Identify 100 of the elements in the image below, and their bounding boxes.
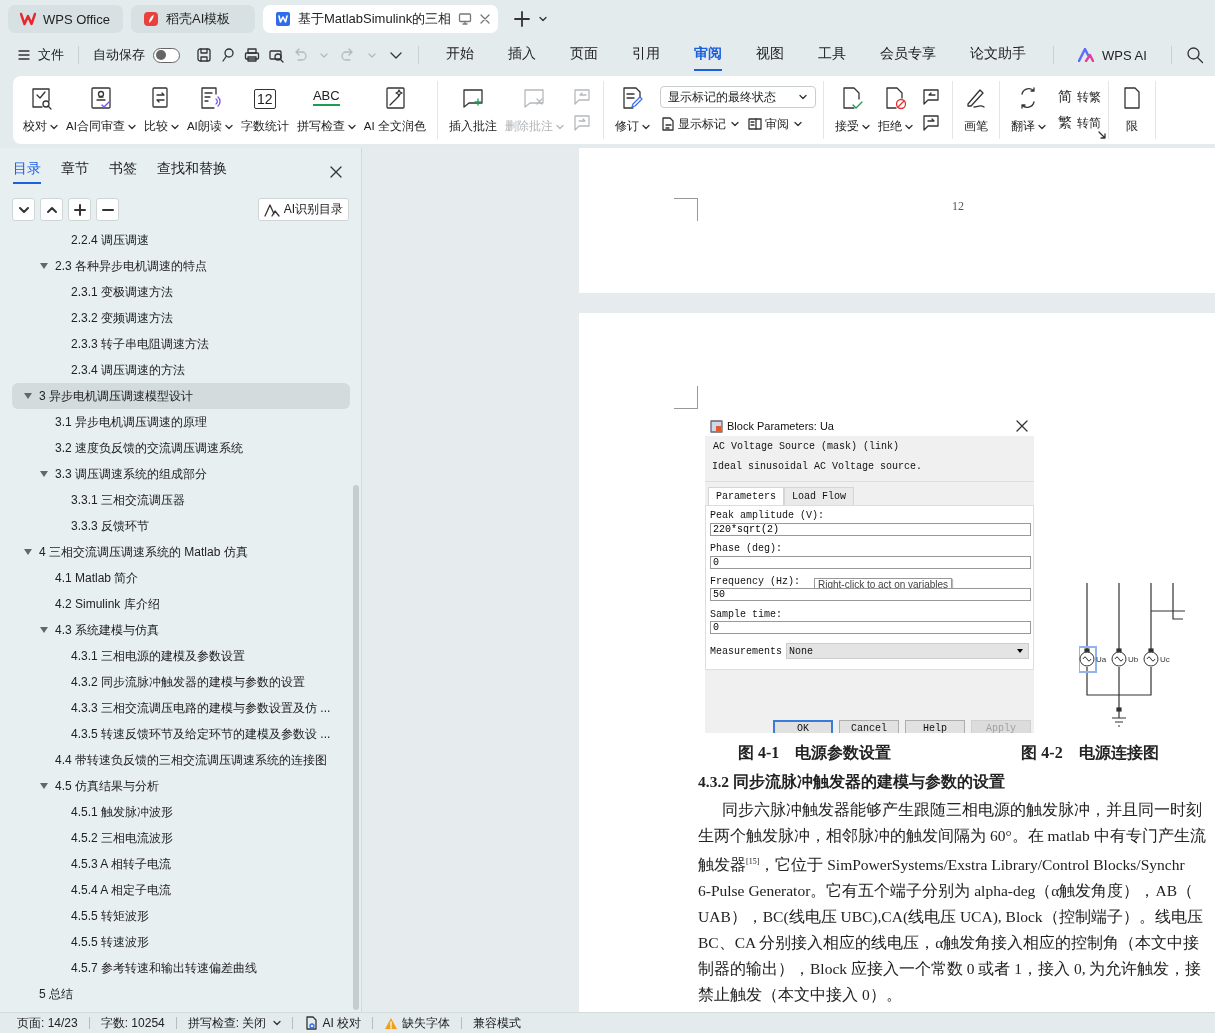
dialog-button[interactable]: OK: [773, 720, 833, 733]
display-mode-select[interactable]: 显示标记的最终状态: [659, 86, 816, 108]
ribbon-button[interactable]: AI朗读: [182, 84, 237, 136]
toc-item[interactable]: 2.3 各种异步电机调速的特点: [12, 253, 350, 279]
ribbon-tab[interactable]: 插入: [508, 39, 536, 71]
ribbon-button[interactable]: AI 全文润色: [359, 84, 430, 136]
ribbon-tab[interactable]: 工具: [818, 39, 846, 71]
close-icon[interactable]: [329, 165, 343, 179]
ac-source-icon[interactable]: [1079, 651, 1095, 667]
toc-item[interactable]: 2.3.1 变极调速方法: [12, 279, 350, 305]
input-field[interactable]: 220*sqrt(2): [710, 522, 1031, 536]
toc-item[interactable]: 4.5.5 转速波形: [12, 929, 350, 955]
expand-arrow-icon[interactable]: [40, 262, 48, 270]
ai-toc-button[interactable]: AI识别目录: [257, 198, 349, 221]
close-icon[interactable]: [1016, 420, 1028, 432]
toc-item[interactable]: 3.3 调压调速系统的组成部分: [12, 461, 350, 487]
ribbon-button[interactable]: ABC 拼写检查: [292, 84, 360, 136]
ribbon-button[interactable]: 校对: [19, 84, 62, 136]
dialog-tab[interactable]: Load Flow: [784, 487, 855, 505]
ribbon-button[interactable]: 修订: [610, 84, 654, 136]
ribbon-button[interactable]: 简 转繁: [1057, 87, 1101, 107]
toc-item[interactable]: 4 三相交流调压调速系统的 Matlab 仿真: [12, 539, 350, 565]
collapse-up-button[interactable]: [40, 198, 63, 221]
sidebar-tab[interactable]: 章节: [61, 160, 89, 184]
dropdown-field[interactable]: None: [786, 643, 1029, 659]
previous-comment-icon[interactable]: [920, 87, 941, 107]
ai-proofread-button[interactable]: AI 校对: [304, 1014, 362, 1032]
ribbon-button[interactable]: 繁 转简: [1057, 113, 1101, 133]
ribbon-button[interactable]: 拒绝: [873, 84, 917, 136]
toc-item[interactable]: 4.5.3 A 相转子电流: [12, 851, 350, 877]
ribbon-button[interactable]: 接受: [830, 84, 874, 136]
toc-item[interactable]: 4.5.2 三相电流波形: [12, 825, 350, 851]
ribbon-tab[interactable]: 视图: [756, 39, 784, 71]
file-menu-button[interactable]: 文件: [18, 46, 64, 64]
browser-tab[interactable]: WPS Office: [8, 5, 123, 33]
input-field[interactable]: 50: [710, 588, 1031, 602]
toc-item[interactable]: 2.3.3 转子串电阻调速方法: [12, 331, 350, 357]
ribbon-button[interactable]: 插入批注: [444, 84, 501, 136]
toc-item[interactable]: 3.3.3 反馈环节: [12, 513, 350, 539]
search-icon[interactable]: [1185, 46, 1204, 64]
browser-tab[interactable]: 基于MatlabSimulink的三相: [263, 5, 498, 33]
toc-item[interactable]: 5 总结: [12, 981, 350, 1007]
monitor-icon[interactable]: [458, 12, 473, 26]
expand-arrow-icon[interactable]: [40, 626, 48, 634]
dialog-launcher-icon[interactable]: [1097, 131, 1106, 139]
toc-item[interactable]: 3.3.1 三相交流调压器: [12, 487, 350, 513]
ribbon-button[interactable]: 翻译: [1006, 84, 1050, 136]
save-icon[interactable]: [196, 47, 212, 63]
dialog-tab[interactable]: Parameters: [708, 487, 784, 505]
expand-arrow-icon[interactable]: [24, 392, 32, 400]
ribbon-button[interactable]: AI合同审查: [62, 84, 140, 136]
ribbon-tab[interactable]: 会员专享: [880, 39, 936, 71]
sidebar-tab[interactable]: 书签: [109, 160, 137, 184]
spell-check-status-button[interactable]: 拼写检查: 关闭: [187, 1014, 282, 1032]
ribbon-button[interactable]: 画笔: [959, 84, 992, 136]
toc-item[interactable]: 4.5.5 转矩波形: [12, 903, 350, 929]
ribbon-button[interactable]: 审阅: [746, 114, 802, 134]
missing-font-button[interactable]: 缺失字体: [384, 1014, 451, 1032]
add-button[interactable]: [68, 198, 91, 221]
toc-item[interactable]: 2.3.2 变频调速方法: [12, 305, 350, 331]
toc-item[interactable]: 4.4 带转速负反馈的三相交流调压调速系统的连接图: [12, 747, 350, 773]
toc-item[interactable]: 2.3.4 调压调速的方法: [12, 357, 350, 383]
sidebar-tab[interactable]: 查找和替换: [157, 160, 227, 184]
ribbon-button[interactable]: 显示标记: [659, 114, 739, 134]
scrollbar-thumb[interactable]: [353, 485, 359, 1010]
toc-item[interactable]: 4.3 系统建模与仿真: [12, 617, 350, 643]
toc-item[interactable]: 4.1 Matlab 简介: [12, 565, 350, 591]
toc-item[interactable]: 4.5.7 参考转速和输出转速偏差曲线: [12, 955, 350, 981]
caret-icon[interactable]: [538, 14, 548, 24]
toc-item[interactable]: 3.2 速度负反馈的交流调压调速系统: [12, 435, 350, 461]
remove-button[interactable]: [96, 198, 119, 221]
expand-down-button[interactable]: [12, 198, 35, 221]
ac-source-icon[interactable]: [1111, 651, 1127, 667]
toc-item[interactable]: 4.3.2 同步流脉冲触发器的建模与参数的设置: [12, 669, 350, 695]
expand-arrow-icon[interactable]: [40, 782, 48, 790]
ribbon-tab[interactable]: 开始: [446, 39, 474, 71]
expand-arrow-icon[interactable]: [24, 548, 32, 556]
input-field[interactable]: 0: [710, 555, 1031, 569]
browser-tab[interactable]: 稻壳AI模板: [131, 5, 255, 33]
toc-item[interactable]: 4.5.1 触发脉冲波形: [12, 799, 350, 825]
ribbon-tab[interactable]: 页面: [570, 39, 598, 71]
ribbon-button[interactable]: 限: [1115, 84, 1148, 136]
ribbon-tab[interactable]: 论文助手: [970, 39, 1026, 71]
toc-item[interactable]: 3.1 异步电机调压调速的原理: [12, 409, 350, 435]
toc-item[interactable]: 4.5 仿真结果与分析: [12, 773, 350, 799]
toc-item[interactable]: 4.3.3 三相交流调压电路的建模与参数设置及仿 ...: [12, 695, 350, 721]
print-icon[interactable]: [244, 47, 260, 63]
ribbon-tab[interactable]: 引用: [632, 39, 660, 71]
new-tab-icon[interactable]: [514, 11, 530, 27]
input-field[interactable]: 0: [710, 621, 1031, 634]
sidebar-tab[interactable]: 目录: [13, 160, 41, 184]
toc-item[interactable]: 4.5.4 A 相定子电流: [12, 877, 350, 903]
toc-item[interactable]: 2.2.4 调压调速: [12, 227, 350, 253]
wps-ai-button[interactable]: WPS AI: [1078, 47, 1147, 63]
dialog-button[interactable]: Cancel: [839, 720, 899, 733]
toc-item[interactable]: 3 异步电机调压调速模型设计: [12, 383, 350, 409]
next-comment-icon[interactable]: [920, 113, 941, 133]
toggle-switch[interactable]: [153, 47, 180, 63]
toc-item[interactable]: 4.3.1 三相电源的建模及参数设置: [12, 643, 350, 669]
expand-arrow-icon[interactable]: [40, 470, 48, 478]
